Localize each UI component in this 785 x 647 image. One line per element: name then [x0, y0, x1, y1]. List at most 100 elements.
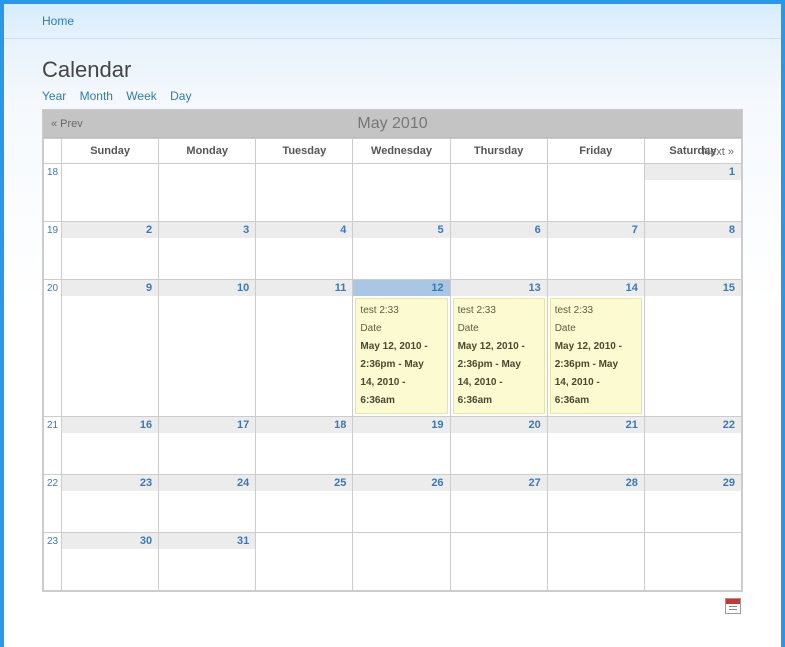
day-number: 13: [451, 280, 547, 296]
day-cell[interactable]: [256, 533, 353, 591]
calendar-grid: Sunday Monday Tuesday Wednesday Thursday…: [43, 138, 742, 591]
day-cell[interactable]: 6: [450, 222, 547, 280]
next-button[interactable]: Next »: [702, 138, 734, 166]
day-cell[interactable]: 14 test 2:33DateMay 12, 2010 -2:36pm - Ma…: [547, 280, 644, 417]
day-number: 22: [645, 417, 741, 433]
day-cell[interactable]: [450, 164, 547, 222]
event-date: May 12, 2010 -: [360, 339, 442, 355]
day-cell[interactable]: [62, 164, 159, 222]
day-cell[interactable]: [353, 164, 450, 222]
week-number: 22: [44, 475, 62, 533]
day-header: Monday: [159, 139, 256, 164]
day-cell[interactable]: 7: [547, 222, 644, 280]
footer-icons: [42, 598, 743, 617]
day-cell[interactable]: 21: [547, 417, 644, 475]
day-number: 4: [256, 222, 352, 238]
day-cell[interactable]: 26: [353, 475, 450, 533]
event-item[interactable]: test 2:33DateMay 12, 2010 -2:36pm - May1…: [550, 298, 642, 414]
day-cell[interactable]: 15: [644, 280, 741, 417]
day-cell[interactable]: 9: [62, 280, 159, 417]
day-header: Sunday: [62, 139, 159, 164]
day-number: 2: [62, 222, 158, 238]
prev-button[interactable]: « Prev: [51, 110, 83, 138]
event-date: 14, 2010 -: [458, 375, 540, 391]
view-switch: Year Month Week Day: [42, 89, 743, 103]
day-header: Tuesday: [256, 139, 353, 164]
header-row: Sunday Monday Tuesday Wednesday Thursday…: [44, 139, 742, 164]
day-cell[interactable]: 20: [450, 417, 547, 475]
day-number: 14: [548, 280, 644, 296]
event-label: Date: [458, 321, 540, 337]
page-title: Calendar: [42, 57, 743, 83]
day-cell[interactable]: 5: [353, 222, 450, 280]
week-number: 18: [44, 164, 62, 222]
event-title: test 2:33: [360, 303, 442, 319]
event-date: 6:36am: [360, 393, 442, 409]
view-week-link[interactable]: Week: [126, 89, 156, 103]
day-cell[interactable]: [159, 164, 256, 222]
day-number: 20: [451, 417, 547, 433]
day-number: 10: [159, 280, 255, 296]
day-cell[interactable]: 10: [159, 280, 256, 417]
day-cell[interactable]: [547, 164, 644, 222]
day-cell[interactable]: 19: [353, 417, 450, 475]
event-date: 2:36pm - May: [555, 357, 637, 373]
day-cell[interactable]: [256, 164, 353, 222]
day-number: 24: [159, 475, 255, 491]
day-number: 31: [159, 533, 255, 549]
day-cell[interactable]: 30: [62, 533, 159, 591]
day-number: 16: [62, 417, 158, 433]
event-date: 6:36am: [458, 393, 540, 409]
day-cell[interactable]: 8: [644, 222, 741, 280]
day-cell[interactable]: [547, 533, 644, 591]
day-cell[interactable]: [353, 533, 450, 591]
day-cell[interactable]: 24: [159, 475, 256, 533]
top-nav: Home: [4, 4, 781, 39]
week-number: 20: [44, 280, 62, 417]
day-cell[interactable]: 12test 2:33DateMay 12, 2010 -2:36pm - Ma…: [353, 280, 450, 417]
day-cell[interactable]: 1: [644, 164, 741, 222]
event-title: test 2:33: [458, 303, 540, 319]
day-cell[interactable]: 13test 2:33DateMay 12, 2010 -2:36pm - Ma…: [450, 280, 547, 417]
day-number: 12: [353, 280, 449, 296]
day-cell[interactable]: 18: [256, 417, 353, 475]
day-header: Wednesday: [353, 139, 450, 164]
event-item[interactable]: test 2:33DateMay 12, 2010 -2:36pm - May1…: [355, 298, 447, 414]
calendar: « Prev May 2010 Next » Sunday Monday Tue…: [42, 109, 743, 592]
day-number: 7: [548, 222, 644, 238]
day-cell[interactable]: 3: [159, 222, 256, 280]
event-date: 14, 2010 -: [360, 375, 442, 391]
view-day-link[interactable]: Day: [170, 89, 191, 103]
day-number: 27: [451, 475, 547, 491]
calendar-nav: « Prev May 2010 Next »: [43, 110, 742, 138]
day-cell[interactable]: [450, 533, 547, 591]
day-cell[interactable]: 28: [547, 475, 644, 533]
view-year-link[interactable]: Year: [42, 89, 66, 103]
ical-icon[interactable]: [725, 598, 741, 614]
day-cell[interactable]: 23: [62, 475, 159, 533]
day-number: 26: [353, 475, 449, 491]
day-number: 6: [451, 222, 547, 238]
week-row: 2223242526272829: [44, 475, 742, 533]
day-number: 9: [62, 280, 158, 296]
day-cell[interactable]: [644, 533, 741, 591]
day-cell[interactable]: 2: [62, 222, 159, 280]
day-cell[interactable]: 27: [450, 475, 547, 533]
event-title: test 2:33: [555, 303, 637, 319]
event-item[interactable]: test 2:33DateMay 12, 2010 -2:36pm - May1…: [453, 298, 545, 414]
event-date: 2:36pm - May: [360, 357, 442, 373]
day-cell[interactable]: 17: [159, 417, 256, 475]
day-cell[interactable]: 11: [256, 280, 353, 417]
day-cell[interactable]: 31: [159, 533, 256, 591]
week-number: 21: [44, 417, 62, 475]
day-number: 18: [256, 417, 352, 433]
day-cell[interactable]: 25: [256, 475, 353, 533]
home-link[interactable]: Home: [42, 14, 74, 28]
day-cell[interactable]: 4: [256, 222, 353, 280]
view-month-link[interactable]: Month: [80, 89, 113, 103]
week-row: 209101112test 2:33DateMay 12, 2010 -2:36…: [44, 280, 742, 417]
day-cell[interactable]: 22: [644, 417, 741, 475]
day-cell[interactable]: 29: [644, 475, 741, 533]
day-cell[interactable]: 16: [62, 417, 159, 475]
month-label: May 2010: [43, 110, 742, 138]
